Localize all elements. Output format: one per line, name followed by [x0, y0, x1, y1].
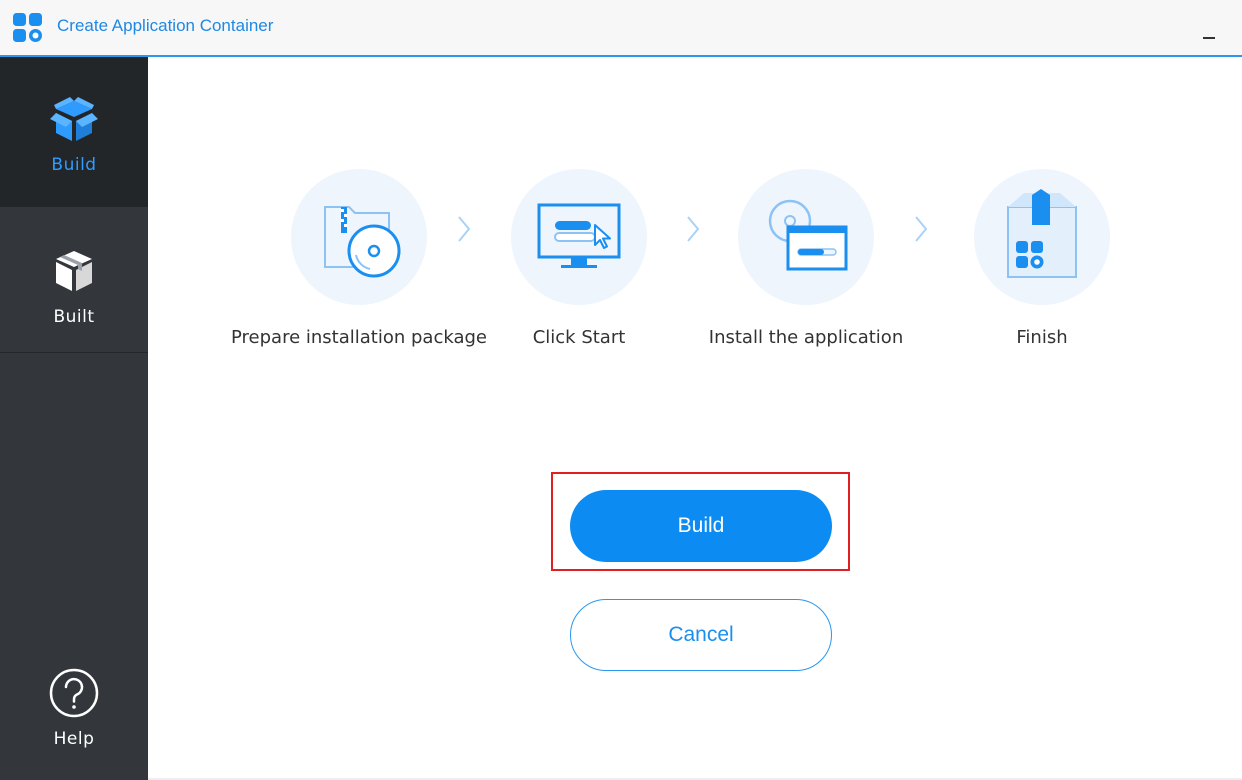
build-button[interactable]: Build [570, 490, 832, 562]
install-window-icon [768, 199, 848, 271]
sidebar-item-label: Built [53, 307, 95, 327]
step-finish: Finish [902, 169, 1182, 348]
cancel-button[interactable]: Cancel [570, 599, 832, 671]
package-disc-icon [324, 206, 401, 278]
sidebar-item-label: Help [53, 729, 95, 749]
sidebar-item-built[interactable]: Built [0, 207, 148, 353]
app-container-logo-icon [13, 13, 42, 42]
window-title: Create Application Container [57, 16, 274, 35]
finished-box-icon [1007, 189, 1077, 278]
question-circle-icon [49, 668, 99, 718]
box-closed-icon [56, 251, 92, 291]
step-circle [738, 169, 874, 305]
sidebar: Build Built Help [0, 57, 148, 780]
step-label: Finish [1016, 327, 1068, 348]
monitor-click-icon [537, 203, 621, 268]
step-label: Click Start [532, 327, 626, 348]
step-circle [511, 169, 647, 305]
sidebar-item-build[interactable]: Build [0, 57, 148, 207]
main-content: Prepare installation package Click Start [148, 57, 1242, 780]
box-open-icon [50, 97, 98, 141]
minimize-button[interactable] [1196, 18, 1222, 44]
step-circle [974, 169, 1110, 305]
sidebar-item-label: Build [51, 155, 97, 175]
minimize-icon [1203, 37, 1215, 39]
title-bar: Create Application Container [0, 0, 1242, 57]
step-circle [291, 169, 427, 305]
step-label: Install the application [708, 327, 904, 348]
sidebar-item-help[interactable]: Help [0, 657, 148, 780]
